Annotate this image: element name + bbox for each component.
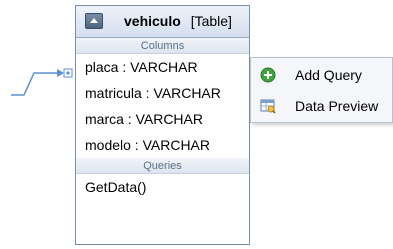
relation-connector xyxy=(11,68,73,96)
table-header[interactable]: vehiculo [Table] xyxy=(76,6,249,38)
menu-item-add-query[interactable]: Add Query xyxy=(251,60,392,90)
menu-item-label: Data Preview xyxy=(295,98,379,114)
table-kind: [Table] xyxy=(190,13,232,29)
context-menu: Add Query Data Preview xyxy=(250,57,393,123)
column-row-modelo[interactable]: modelo : VARCHAR xyxy=(76,132,249,158)
query-row-getdata[interactable]: GetData() xyxy=(76,174,249,200)
queries-section-header: Queries xyxy=(76,158,249,174)
column-row-placa[interactable]: placa : VARCHAR xyxy=(76,54,249,80)
columns-section-header: Columns xyxy=(76,38,249,54)
collapse-icon[interactable] xyxy=(85,13,103,29)
table-name: vehiculo xyxy=(124,13,181,29)
add-icon xyxy=(260,67,276,83)
column-row-marca[interactable]: marca : VARCHAR xyxy=(76,106,249,132)
menu-item-label: Add Query xyxy=(295,67,362,83)
table-designer-box[interactable]: vehiculo [Table] Columns placa : VARCHAR… xyxy=(75,5,250,245)
menu-item-data-preview[interactable]: Data Preview xyxy=(251,91,392,121)
data-preview-icon xyxy=(260,99,276,114)
table-title: vehiculo [Table] xyxy=(124,13,232,29)
column-row-matricula[interactable]: matricula : VARCHAR xyxy=(76,80,249,106)
